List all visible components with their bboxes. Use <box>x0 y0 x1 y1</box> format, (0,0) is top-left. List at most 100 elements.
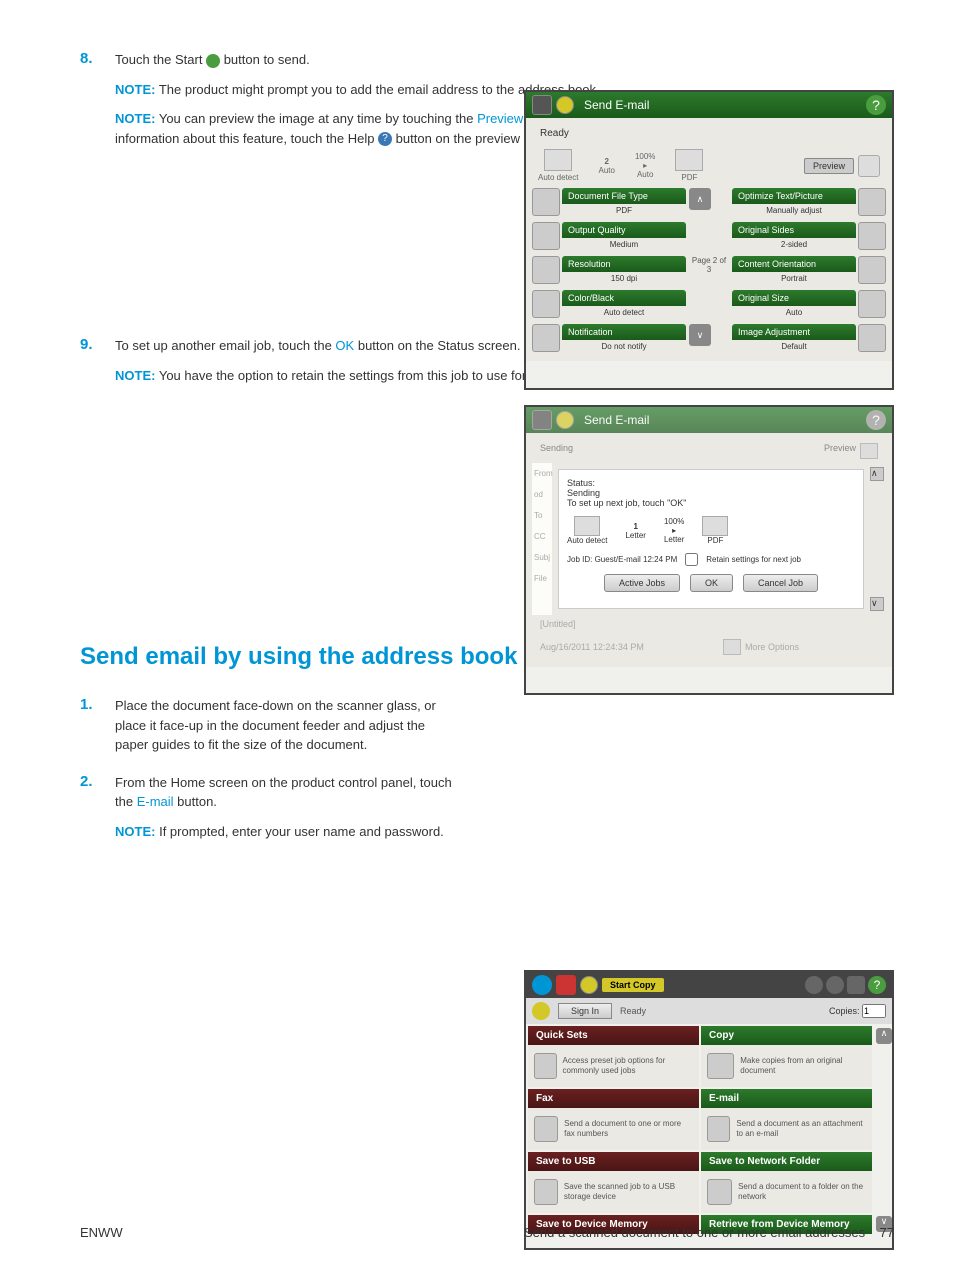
step-content: From the Home screen on the product cont… <box>115 773 455 842</box>
preview-icon[interactable] <box>858 155 880 177</box>
scroll-up-icon[interactable]: ∧ <box>870 467 884 481</box>
note-label: NOTE: <box>115 368 155 383</box>
option-icon <box>532 256 560 284</box>
scroll-up-icon[interactable]: ∧ <box>876 1028 892 1044</box>
home-icon[interactable] <box>532 95 552 115</box>
option-icon <box>532 324 560 352</box>
step-number: 9. <box>80 336 115 385</box>
start-icon[interactable] <box>556 96 574 114</box>
option-original-size[interactable]: Original SizeAuto <box>732 290 886 319</box>
ok-button[interactable]: OK <box>690 574 733 592</box>
field-labels: FromodToCCSubjFile <box>532 463 552 615</box>
signin-icon[interactable] <box>532 1002 550 1020</box>
help-icon[interactable]: ? <box>868 976 886 994</box>
note: NOTE: If prompted, enter your user name … <box>115 822 455 842</box>
preview-button[interactable]: Preview <box>804 158 854 174</box>
option-output-quality[interactable]: Output QualityMedium <box>532 222 686 251</box>
note-label: NOTE: <box>115 824 155 839</box>
option-content-orientation[interactable]: Content OrientationPortrait <box>732 256 886 285</box>
retain-checkbox[interactable] <box>685 553 698 566</box>
sign-in-button[interactable]: Sign In <box>558 1003 612 1019</box>
scroll-up-icon[interactable]: ∧ <box>689 188 711 210</box>
app-fax[interactable]: FaxSend a document to one or more fax nu… <box>528 1089 699 1150</box>
retain-label: Retain settings for next job <box>706 555 801 564</box>
ready-label: Ready <box>620 1006 646 1016</box>
hp-logo-icon <box>532 975 552 995</box>
option-color-black[interactable]: Color/BlackAuto detect <box>532 290 686 319</box>
count-icon: 1Letter <box>625 522 645 540</box>
option-icon <box>858 324 886 352</box>
note-label: NOTE: <box>115 82 155 97</box>
step-text-2: button to send. <box>224 52 310 67</box>
status-dialog: Status: Sending To set up next job, touc… <box>558 469 864 609</box>
step-text-2: button. <box>177 794 217 809</box>
option-optimize-text-picture[interactable]: Optimize Text/PictureManually adjust <box>732 188 886 217</box>
app-save-to-usb[interactable]: Save to USBSave the scanned job to a USB… <box>528 1152 699 1213</box>
preview-icon <box>860 443 878 459</box>
step-text: Place the document face-down on the scan… <box>115 698 436 752</box>
page-number: 77 <box>880 1225 894 1240</box>
untitled-label: [Untitled] <box>532 615 886 633</box>
help-icon[interactable]: ? <box>866 410 886 430</box>
app-icon <box>534 1053 557 1079</box>
sending-label: Sending <box>540 443 573 459</box>
home-icon[interactable] <box>532 410 552 430</box>
status-label: Status: <box>567 478 855 488</box>
sleep-icon[interactable] <box>805 976 823 994</box>
option-icon <box>532 290 560 318</box>
ok-link: OK <box>335 338 354 353</box>
titlebar: Send E-mail ? <box>526 92 892 118</box>
start-icon <box>206 54 220 68</box>
start-icon[interactable] <box>580 976 598 994</box>
app-copy[interactable]: CopyMake copies from an original documen… <box>701 1026 872 1087</box>
lang-icon[interactable] <box>826 976 844 994</box>
screen-title: Send E-mail <box>578 413 866 427</box>
footer-right: Send a scanned document to one or more e… <box>524 1225 865 1240</box>
option-notification[interactable]: NotificationDo not notify <box>532 324 686 353</box>
footer-left: ENWW <box>80 1225 123 1240</box>
option-icon <box>858 256 886 284</box>
active-jobs-button[interactable]: Active Jobs <box>604 574 680 592</box>
stop-icon[interactable] <box>556 975 576 995</box>
titlebar: Send E-mail ? <box>526 407 892 433</box>
option-image-adjustment[interactable]: Image AdjustmentDefault <box>732 324 886 353</box>
email-link: E-mail <box>137 794 174 809</box>
option-original-sides[interactable]: Original Sides2-sided <box>732 222 886 251</box>
app-e-mail[interactable]: E-mailSend a document as an attachment t… <box>701 1089 872 1150</box>
zoom-icon: 100%▸Auto <box>635 152 655 179</box>
count-icon: 2Auto <box>598 157 614 175</box>
preview-link: Preview <box>477 111 523 126</box>
screen-title: Start Copy <box>602 978 664 992</box>
step-text: Touch the Start <box>115 52 206 67</box>
note-text: If prompted, enter your user name and pa… <box>159 824 444 839</box>
copies-input[interactable] <box>862 1004 886 1018</box>
auto-detect-icon: Auto detect <box>567 516 607 545</box>
app-icon <box>707 1116 730 1142</box>
help-icon: ? <box>378 132 392 146</box>
scroll-down-icon[interactable]: ∨ <box>870 597 884 611</box>
note-label: NOTE: <box>115 111 155 126</box>
app-icon <box>707 1053 734 1079</box>
option-resolution[interactable]: Resolution150 dpi <box>532 256 686 285</box>
option-document-file-type[interactable]: Document File TypePDF <box>532 188 686 217</box>
help-icon[interactable]: ? <box>866 95 886 115</box>
timestamp: Aug/16/2011 12:24:34 PM <box>540 642 644 652</box>
app-icon <box>534 1179 558 1205</box>
app-save-to-network-folder[interactable]: Save to Network FolderSend a document to… <box>701 1152 872 1213</box>
more-icon <box>723 639 741 655</box>
step-content: Place the document face-down on the scan… <box>115 696 455 755</box>
job-id: Job ID: Guest/E-mail 12:24 PM <box>567 555 677 564</box>
option-icon <box>532 222 560 250</box>
screenshot-send-email-status: Send E-mail ? Sending Preview FromodToCC… <box>524 405 894 695</box>
cancel-job-button[interactable]: Cancel Job <box>743 574 818 592</box>
app-quick-sets[interactable]: Quick SetsAccess preset job options for … <box>528 1026 699 1087</box>
step-number: 8. <box>80 50 115 148</box>
network-icon[interactable] <box>847 976 865 994</box>
preview-label: Preview <box>824 443 856 459</box>
page-indicator: Page 2 of 3 <box>689 256 729 287</box>
step-text: To set up another email job, touch the <box>115 338 335 353</box>
start-icon[interactable] <box>556 411 574 429</box>
status-value: Sending <box>567 488 855 498</box>
scroll-down-icon[interactable]: ∨ <box>689 324 711 346</box>
auto-detect-icon[interactable]: Auto detect <box>538 149 578 182</box>
